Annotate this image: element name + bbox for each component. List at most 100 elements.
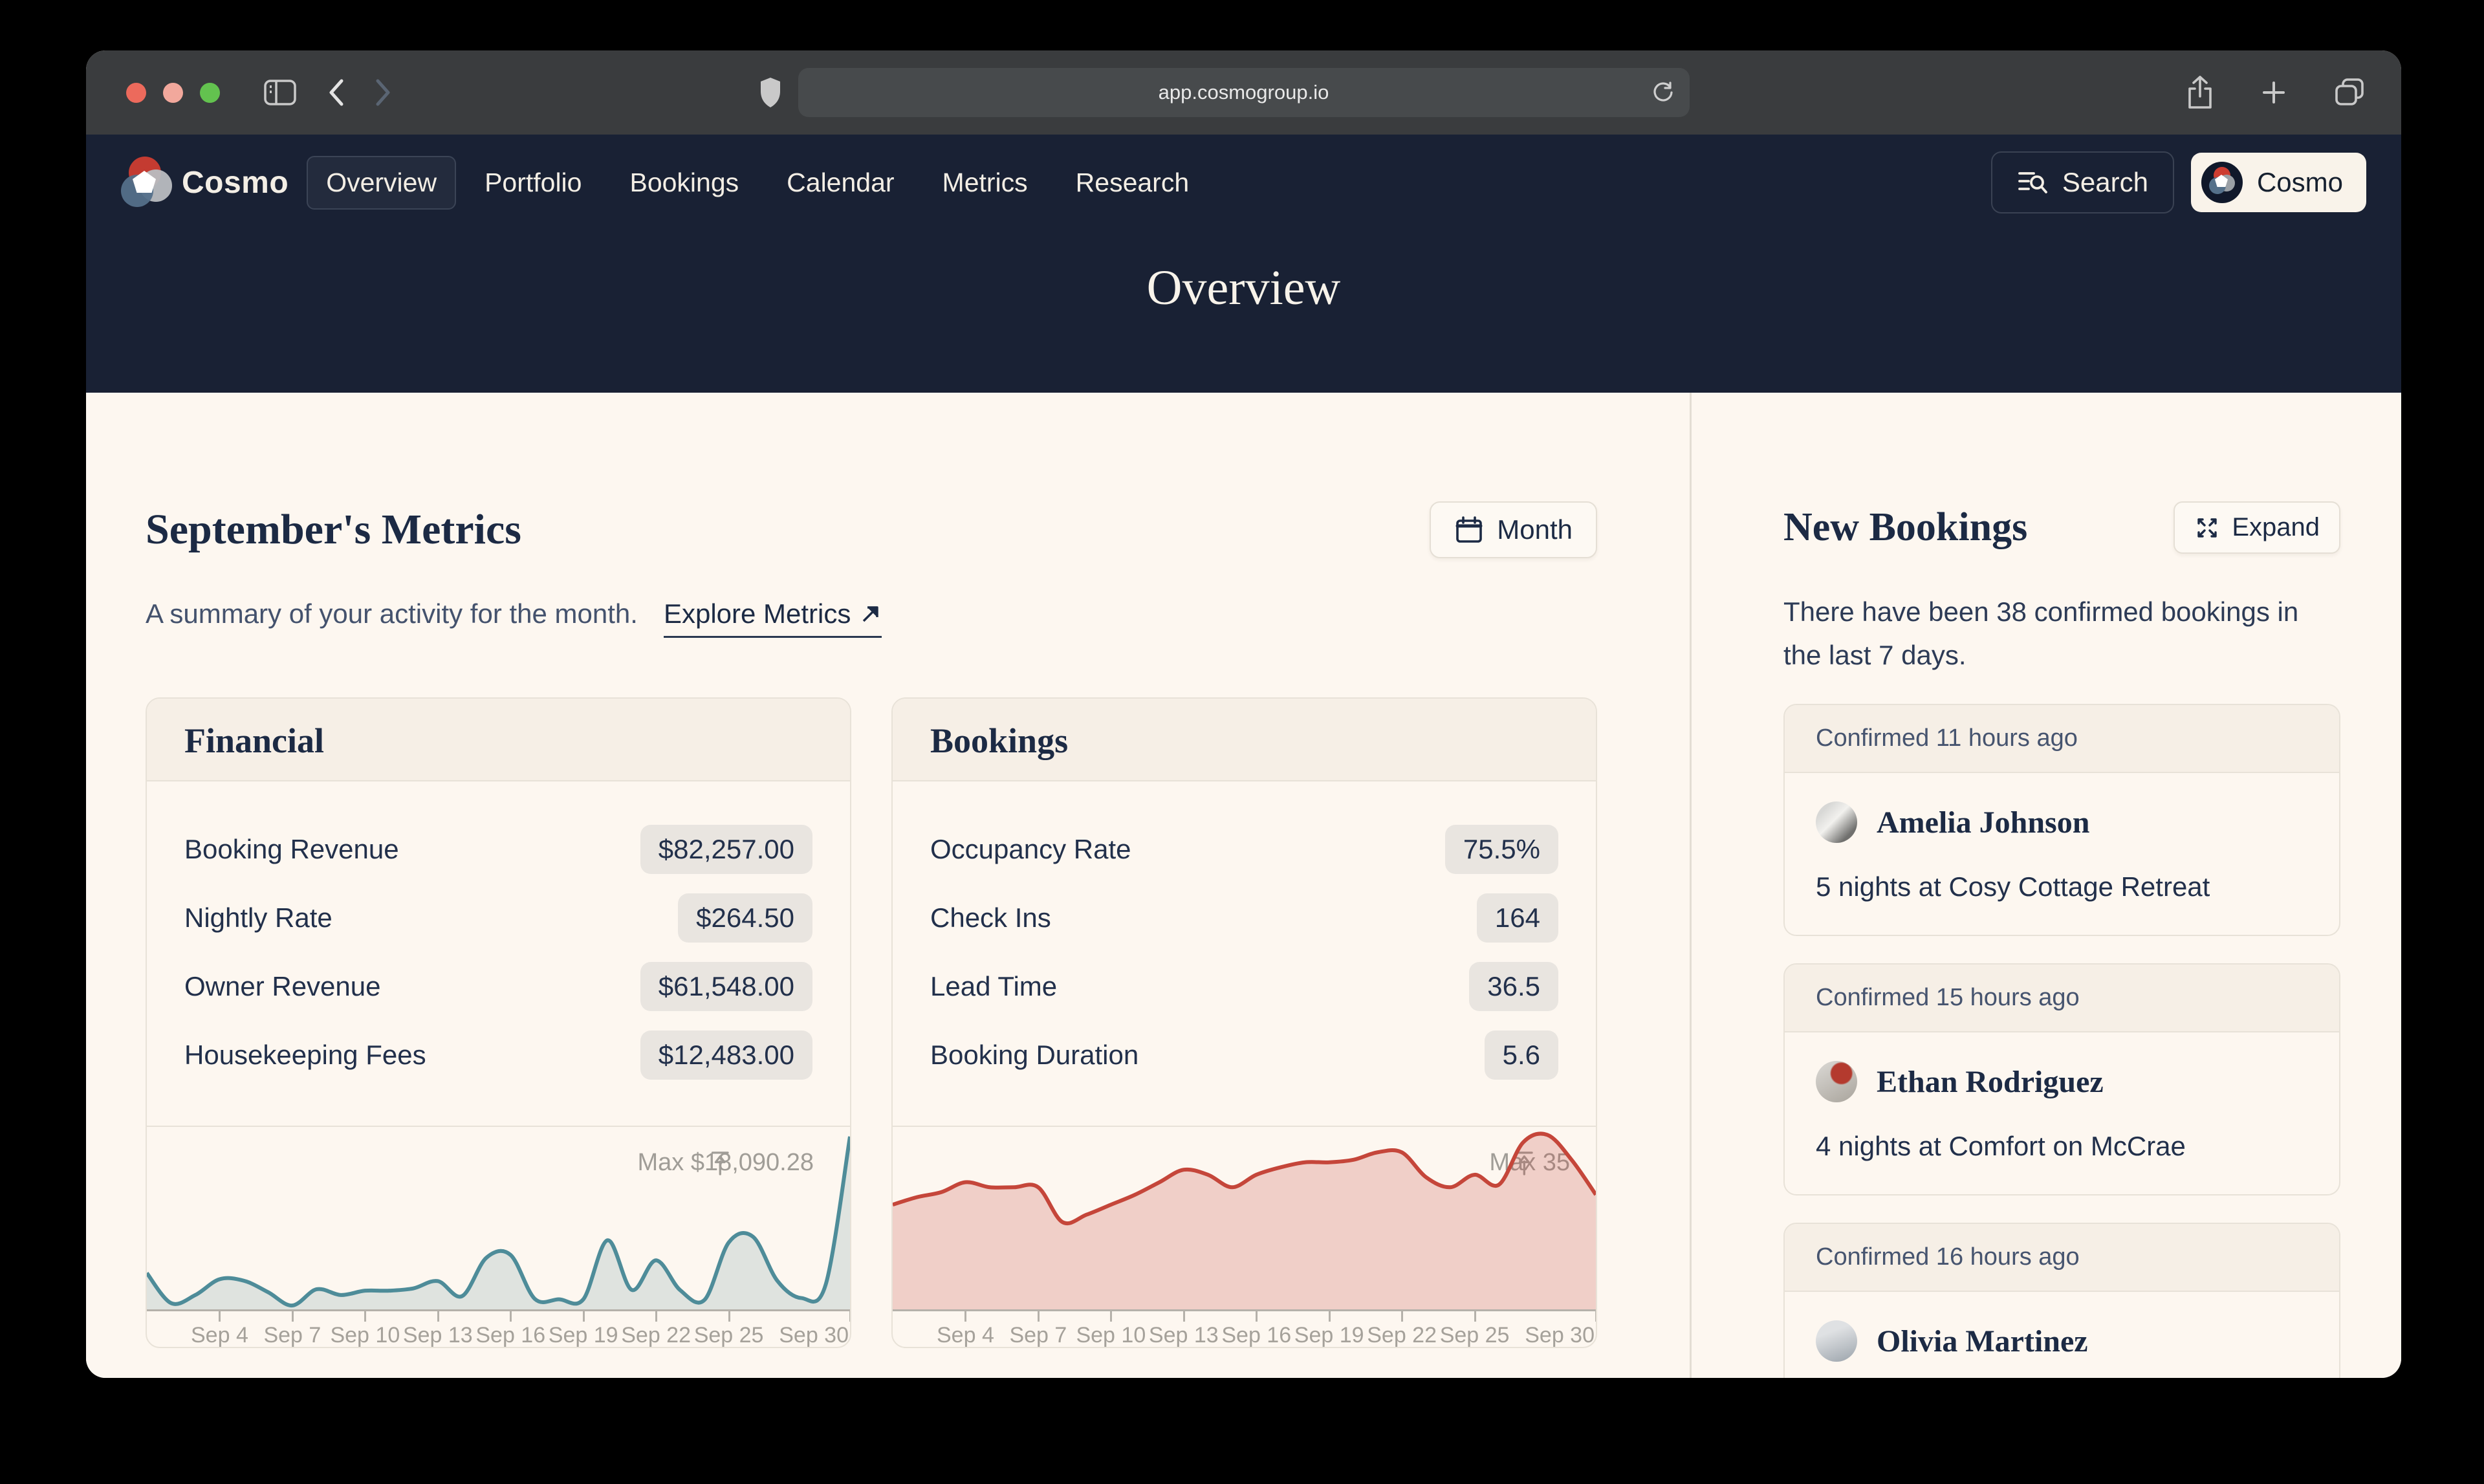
- axis-tick: [219, 1311, 221, 1322]
- axis-tick: [1183, 1311, 1185, 1322]
- booking-list-item[interactable]: Confirmed 15 hours ago Ethan Rodriguez 4…: [1783, 963, 2340, 1195]
- table-row: Check Ins 164: [930, 884, 1558, 952]
- app-header: Cosmo Overview Portfolio Bookings Calend…: [86, 135, 2401, 393]
- zoom-window-button[interactable]: [200, 83, 220, 103]
- axis-tick-label: Sep 25: [694, 1323, 764, 1348]
- page-content: September's Metrics Month: [86, 393, 2401, 1378]
- row-value: $12,483.00: [640, 1031, 812, 1080]
- back-button[interactable]: [326, 77, 345, 108]
- refresh-icon[interactable]: [1651, 80, 1675, 105]
- expand-icon: [2194, 515, 2220, 541]
- row-value: 75.5%: [1445, 825, 1558, 874]
- address-bar[interactable]: app.cosmogroup.io: [798, 68, 1690, 117]
- table-row: Occupancy Rate 75.5%: [930, 815, 1558, 884]
- brand[interactable]: Cosmo: [118, 157, 289, 208]
- row-label: Check Ins: [930, 902, 1051, 933]
- financial-card: Financial Booking Revenue $82,257.00 Nig…: [146, 697, 851, 1348]
- row-label: Owner Revenue: [184, 971, 381, 1002]
- booking-list-item[interactable]: Confirmed 16 hours ago Olivia Martinez 3…: [1783, 1223, 2340, 1378]
- cosmo-logo-icon: [118, 157, 173, 208]
- search-button-label: Search: [2062, 167, 2148, 198]
- privacy-shield-icon[interactable]: [757, 76, 783, 109]
- x-axis: Sep 4Sep 7Sep 10Sep 13Sep 16Sep 19Sep 22…: [147, 1309, 850, 1347]
- metrics-subtitle: A summary of your activity for the month…: [146, 598, 638, 629]
- page-title: Overview: [86, 228, 2401, 393]
- forward-button[interactable]: [374, 77, 393, 108]
- guest-name: Olivia Martinez: [1877, 1324, 2088, 1359]
- row-label: Lead Time: [930, 971, 1057, 1002]
- nav-item-metrics[interactable]: Metrics: [923, 156, 1047, 210]
- row-label: Occupancy Rate: [930, 834, 1131, 865]
- sidebar-toggle-icon[interactable]: [263, 78, 298, 107]
- window-controls: [126, 83, 220, 103]
- axis-tick: [583, 1311, 585, 1322]
- new-tab-icon[interactable]: [2259, 78, 2289, 107]
- explore-metrics-label: Explore Metrics: [664, 598, 851, 629]
- row-value: 5.6: [1485, 1031, 1558, 1080]
- axis-tick: [849, 1311, 851, 1322]
- brand-name: Cosmo: [182, 165, 289, 201]
- new-bookings-summary: There have been 38 confirmed bookings in…: [1783, 590, 2340, 677]
- axis-tick-label: Sep 13: [403, 1323, 473, 1348]
- row-value: $264.50: [678, 893, 812, 943]
- expand-button[interactable]: Expand: [2174, 501, 2340, 554]
- table-row: Booking Revenue $82,257.00: [184, 815, 812, 884]
- guest-name: Amelia Johnson: [1877, 805, 2089, 840]
- account-button[interactable]: Cosmo: [2191, 153, 2366, 212]
- row-label: Booking Revenue: [184, 834, 399, 865]
- account-avatar: [2201, 162, 2243, 203]
- nav-item-overview[interactable]: Overview: [307, 156, 456, 210]
- table-row: Booking Duration 5.6: [930, 1021, 1558, 1089]
- axis-tick: [1401, 1311, 1403, 1322]
- close-window-button[interactable]: [126, 83, 146, 103]
- axis-tick: [364, 1311, 366, 1322]
- row-value: $82,257.00: [640, 825, 812, 874]
- axis-tick-label: Sep 30: [779, 1323, 849, 1348]
- axis-tick-label: Sep 10: [1076, 1323, 1146, 1348]
- nav-item-calendar[interactable]: Calendar: [767, 156, 913, 210]
- new-bookings-heading: New Bookings: [1783, 505, 2027, 551]
- list-search-icon: [2017, 168, 2048, 197]
- tab-overview-icon[interactable]: [2333, 76, 2366, 109]
- minimize-window-button[interactable]: [163, 83, 183, 103]
- table-row: Nightly Rate $264.50: [184, 884, 812, 952]
- account-button-label: Cosmo: [2257, 167, 2343, 198]
- axis-tick: [1474, 1311, 1476, 1322]
- axis-tick: [1038, 1311, 1040, 1322]
- booking-confirmed-time: Confirmed 11 hours ago: [1785, 705, 2339, 773]
- period-select-button[interactable]: Month: [1430, 501, 1597, 558]
- share-icon[interactable]: [2185, 74, 2215, 111]
- axis-tick: [964, 1311, 966, 1322]
- desktop-background: app.cosmogroup.io: [0, 0, 2484, 1484]
- row-value: $61,548.00: [640, 962, 812, 1011]
- axis-tick-label: Sep 16: [475, 1323, 545, 1348]
- axis-tick: [1110, 1311, 1112, 1322]
- booking-list-item[interactable]: Confirmed 11 hours ago Amelia Johnson 5 …: [1783, 704, 2340, 936]
- browser-toolbar: app.cosmogroup.io: [86, 50, 2401, 135]
- url-text: app.cosmogroup.io: [1159, 81, 1329, 104]
- row-label: Booking Duration: [930, 1040, 1138, 1071]
- nav-item-research[interactable]: Research: [1056, 156, 1208, 210]
- nav-item-bookings[interactable]: Bookings: [610, 156, 758, 210]
- x-axis: Sep 4Sep 7Sep 10Sep 13Sep 16Sep 19Sep 22…: [893, 1309, 1596, 1347]
- bookings-card: Bookings Occupancy Rate 75.5% Check Ins …: [891, 697, 1597, 1348]
- axis-tick-label: Sep 19: [1294, 1323, 1364, 1348]
- primary-nav: Overview Portfolio Bookings Calendar Met…: [307, 156, 1208, 210]
- axis-tick-label: Sep 7: [1009, 1323, 1067, 1348]
- row-value: 36.5: [1469, 962, 1558, 1011]
- axis-tick: [437, 1311, 439, 1322]
- explore-metrics-link[interactable]: Explore Metrics: [664, 598, 882, 638]
- axis-tick: [1329, 1311, 1331, 1322]
- row-value: 164: [1477, 893, 1558, 943]
- axis-tick: [655, 1311, 657, 1322]
- booking-confirmed-time: Confirmed 16 hours ago: [1785, 1224, 2339, 1292]
- axis-tick-label: Sep 4: [191, 1323, 248, 1348]
- guest-avatar: [1816, 1320, 1857, 1362]
- bookings-chart: Max 35 Sep 4Sep 7Sep 10Sep 13Sep 16Sep 1…: [893, 1126, 1596, 1347]
- search-button[interactable]: Search: [1991, 151, 2174, 213]
- axis-tick: [728, 1311, 730, 1322]
- nav-item-portfolio[interactable]: Portfolio: [465, 156, 601, 210]
- table-row: Owner Revenue $61,548.00: [184, 952, 812, 1021]
- axis-tick-label: Sep 4: [937, 1323, 994, 1348]
- axis-tick-label: Sep 13: [1149, 1323, 1219, 1348]
